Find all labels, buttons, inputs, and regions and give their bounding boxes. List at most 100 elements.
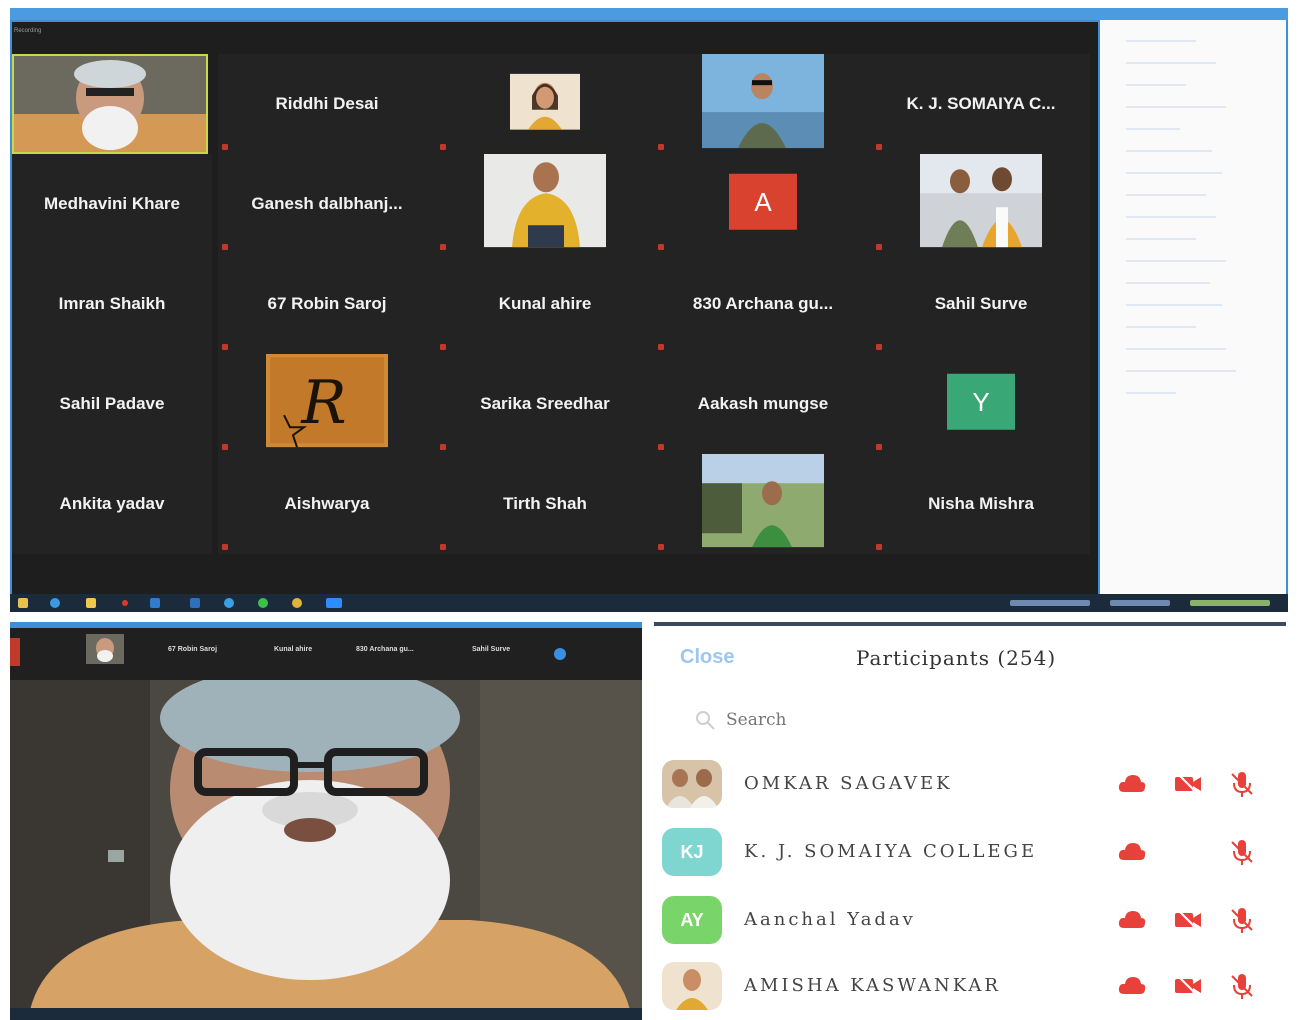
speaker-video-frame [10,664,642,1010]
zoom-icon[interactable] [326,598,342,608]
mic-muted-icon [440,144,446,150]
tile-participant[interactable]: Y [872,354,1090,454]
mic-off-icon[interactable] [1228,906,1256,934]
edge-icon[interactable] [224,598,234,608]
participant-photo [702,454,824,548]
participant-name: 830 Archana gu... [692,294,834,313]
tile-participant[interactable]: Imran Shaikh [12,254,212,354]
folder-icon[interactable] [86,598,96,608]
participant-name: 67 Robin Saroj [267,294,387,313]
participant-row[interactable]: OMKAR SAGAVEK [662,756,1258,812]
panel-top-border [654,622,1286,626]
mic-off-icon[interactable] [1228,770,1256,798]
tile-participant[interactable]: Medhavini Khare [12,154,212,254]
participant-name: Aanchal Yadav [744,909,916,930]
search-icon [696,711,715,730]
tile-participant[interactable]: Sarika Sreedhar [436,354,654,454]
svg-text:R: R [300,368,346,438]
mail-icon[interactable] [150,598,160,608]
tile-participant[interactable]: Tirth Shah [436,454,654,554]
thumbnail-host[interactable] [86,634,124,664]
tile-participant[interactable]: Sahil Surve [872,254,1090,354]
participant-name: K. J. SOMAIYA C... [906,94,1056,113]
tile-participant[interactable] [436,54,654,154]
mic-muted-icon [876,344,882,350]
speaker-video [10,664,642,1010]
participant-name: Tirth Shah [503,494,587,513]
tile-participant[interactable]: Nisha Mishra [872,454,1090,554]
close-button[interactable]: Close [680,646,734,669]
tile-participant[interactable] [872,154,1090,254]
tile-participant[interactable] [436,154,654,254]
tile-participant[interactable]: K. J. SOMAIYA C... [872,54,1090,154]
tile-participant[interactable]: R [218,354,436,454]
video-off-icon[interactable] [1174,906,1202,934]
participant-row[interactable]: KJ K. J. SOMAIYA COLLEGE [662,824,1258,880]
tile-host-video[interactable] [12,54,208,154]
mic-off-icon[interactable] [1228,972,1256,1000]
mic-off-icon[interactable] [1228,838,1256,866]
tile-participant[interactable]: 67 Robin Saroj [218,254,436,354]
tile-participant[interactable]: Riddhi Desai [218,54,436,154]
cloud-icon[interactable] [1118,972,1146,1000]
host-video-thumbnail [12,54,208,154]
tile-participant[interactable]: Kunal ahire [436,254,654,354]
participant-row[interactable]: AMISHA KASWANKAR [662,958,1258,1014]
participant-photo: R [266,354,388,448]
tile-participant[interactable] [654,454,872,554]
mic-muted-icon [658,144,664,150]
participant-photo [702,54,824,149]
mic-muted-icon [222,144,228,150]
participant-name: Kunal ahire [498,294,592,313]
mic-muted-icon [658,344,664,350]
window-top-bar [10,8,1288,20]
tile-participant[interactable]: Ankita yadav [12,454,212,554]
red-indicator [10,638,20,666]
mic-muted-icon [876,444,882,450]
mic-muted-icon [658,244,664,250]
cloud-icon[interactable] [1118,838,1146,866]
tile-participant[interactable]: Sahil Padave [12,354,212,454]
mic-muted-icon [658,444,664,450]
thumbnail-name[interactable]: 67 Robin Saroj [168,646,217,653]
search-bar[interactable] [694,708,994,732]
participant-avatar: Y [947,373,1015,430]
mic-muted-icon [876,144,882,150]
tile-participant[interactable]: Aakash mungse [654,354,872,454]
search-icon[interactable] [18,598,28,608]
participant-name: Aakash mungse [697,394,829,413]
app-icon[interactable] [190,598,200,608]
cloud-icon[interactable] [1118,906,1146,934]
video-off-icon[interactable] [1174,972,1202,1000]
mic-muted-icon [222,244,228,250]
tile-participant[interactable]: A [654,154,872,254]
tray-icon [1110,600,1170,606]
side-panel [1100,20,1286,596]
participant-name: OMKAR SAGAVEK [744,773,953,794]
browser-icon[interactable] [50,598,60,608]
participant-row[interactable]: AY Aanchal Yadav [662,892,1258,948]
tile-participant[interactable]: Aishwarya [218,454,436,554]
record-icon[interactable] [122,600,128,606]
mic-muted-icon [222,544,228,550]
participant-name: Sarika Sreedhar [480,394,610,413]
whatsapp-icon[interactable] [258,598,268,608]
thumbnail-name[interactable]: Sahil Surve [472,646,510,653]
next-page-icon[interactable] [554,648,566,660]
participant-avatar [662,962,722,1010]
participant-photo [484,154,606,248]
tile-participant[interactable]: 830 Archana gu... [654,254,872,354]
mic-muted-icon [440,544,446,550]
video-off-icon[interactable] [1174,770,1202,798]
participant-name: AMISHA KASWANKAR [744,975,1001,996]
tile-participant[interactable] [654,54,872,154]
thumbnail-name[interactable]: 830 Archana gu... [356,646,414,653]
participant-avatar: A [729,173,797,230]
search-input[interactable] [724,709,968,731]
chrome-icon[interactable] [292,598,302,608]
tile-participant[interactable]: Ganesh dalbhanj... [218,154,436,254]
cloud-icon[interactable] [1118,770,1146,798]
thumbnail-name[interactable]: Kunal ahire [274,646,312,653]
participant-name: Sahil Padave [59,394,165,413]
taskbar [10,594,1288,612]
